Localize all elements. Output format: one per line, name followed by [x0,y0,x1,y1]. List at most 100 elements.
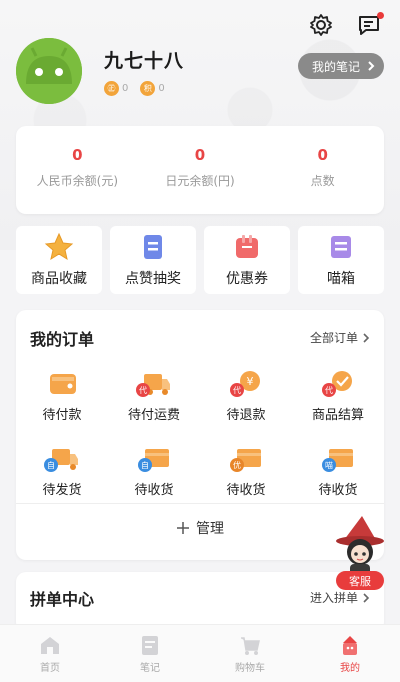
orders-card: 我的订单 全部订单 待付款 代 待付运费 ¥ 代 待退款 代 商品结算 自 待发… [16,310,384,560]
bottom-nav: 首页 笔记 购物车 我的 [0,624,400,682]
balance-cny-label: 人民币余额(元) [36,174,119,188]
enter-group-buy-link[interactable]: 进入拼单 [310,589,370,606]
nav-me[interactable]: 我的 [300,625,400,682]
level-badge: ㊣ 0 [104,81,128,96]
svg-text:代: 代 [139,385,147,395]
order-pending-receipt-self[interactable]: 自 待收货 [108,443,200,498]
svg-text:¥: ¥ [247,375,254,388]
top-icons [308,12,384,38]
quick-favorites[interactable]: 商品收藏 [16,226,102,294]
level-value: 0 [122,83,129,94]
order-pending-receipt-preferred-label: 待收货 [226,483,266,498]
quick-mailbox-label: 喵箱 [327,271,355,287]
balance-points-label: 点数 [310,174,335,188]
package-icon: 优 [230,449,261,472]
gear-icon[interactable] [308,12,334,38]
plus-icon [177,522,189,534]
balance-cny[interactable]: 0 人民币余额(元) [16,126,139,214]
nav-me-label: 我的 [340,662,360,674]
order-settlement-label: 商品结算 [311,408,364,423]
group-buy-card: 拼单中心 进入拼单 [16,572,384,632]
username: 九七十八 [104,50,185,72]
profile: 九七十八 ㊣ 0 积 0 [16,38,184,104]
balance-cny-value: 0 [72,146,83,164]
order-pending-receipt-self-label: 待收货 [134,483,174,498]
svg-text:代: 代 [325,385,333,395]
message-icon[interactable] [356,12,384,38]
svg-text:优: 优 [233,460,241,470]
box-icon [331,236,351,258]
checkmark-icon: 代 [322,371,352,397]
points-value: 0 [158,83,165,94]
quick-coupons-label: 优惠券 [226,271,268,287]
balance-points-value: 0 [317,146,328,164]
coupon-icon [236,235,258,258]
all-orders-label: 全部订单 [309,331,358,345]
quick-coupons[interactable]: 优惠券 [204,226,290,294]
truck-icon: 代 [136,374,170,397]
order-pending-payment-label: 待付款 [42,408,82,423]
order-pending-refund[interactable]: ¥ 代 待退款 [200,368,292,423]
nav-cart[interactable]: 购物车 [200,625,300,682]
my-notes-label: 我的笔记 [311,59,360,74]
nav-home-label: 首页 [40,662,60,674]
order-settlement[interactable]: 代 商品结算 [292,368,384,423]
svg-text:代: 代 [233,385,241,395]
package-icon: 喵 [322,449,353,472]
balance-jpy[interactable]: 0 日元余额(円) [139,126,262,214]
balance-jpy-value: 0 [194,146,206,164]
order-status-grid: 待付款 代 待付运费 ¥ 代 待退款 代 商品结算 自 待发货 自 待收货 优 … [16,368,384,498]
order-pending-receipt-meow[interactable]: 喵 待收货 [292,443,384,498]
chevron-right-icon [368,61,375,71]
order-pending-refund-label: 待退款 [226,408,266,423]
balance-jpy-label: 日元余额(円) [165,174,235,188]
all-orders-link[interactable]: 全部订单 [310,329,370,346]
order-pending-payment[interactable]: 待付款 [16,368,108,423]
wallet-icon [50,374,76,394]
package-icon: 自 [138,449,169,472]
balance-points[interactable]: 0 点数 [261,126,384,214]
points-badge: 积 0 [140,81,165,96]
order-pending-receipt-meow-label: 待收货 [318,483,358,498]
nav-cart-label: 购物车 [235,662,265,674]
balance-card: 0 人民币余额(元) 0 日元余额(円) 0 点数 [16,126,384,214]
avatar[interactable] [16,38,82,104]
group-buy-title: 拼单中心 [30,590,95,609]
order-pending-shipment-label: 待发货 [42,483,82,498]
customer-service-label: 客服 [336,571,384,590]
star-icon [44,232,74,261]
svg-text:自: 自 [141,460,149,470]
refund-icon: ¥ 代 [230,371,260,397]
points-coin-icon: 积 [140,81,156,96]
my-notes-button[interactable]: 我的笔记 [297,53,384,79]
order-pending-freight-label: 待付运费 [127,408,180,423]
truck-icon: 自 [44,449,78,472]
notes-icon [142,635,158,655]
cart-icon [241,636,260,655]
order-pending-shipment[interactable]: 自 待发货 [16,443,108,498]
svg-text:自: 自 [47,460,55,470]
nav-home[interactable]: 首页 [0,625,100,682]
quick-lottery[interactable]: 点赞抽奖 [110,226,196,294]
svg-text:喵: 喵 [325,461,333,470]
nav-notes-label: 笔记 [140,662,160,674]
witch-mascot-icon [336,516,384,576]
lottery-icon [144,235,162,259]
customer-service[interactable]: 客服 [332,514,390,590]
quick-mailbox[interactable]: 喵箱 [298,226,384,294]
quick-lottery-label: 点赞抽奖 [125,271,181,287]
level-coin-icon: ㊣ [104,81,119,96]
chevron-right-icon [363,592,370,603]
order-pending-receipt-preferred[interactable]: 优 待收货 [200,443,292,498]
orders-title: 我的订单 [30,330,95,349]
nav-notes[interactable]: 笔记 [100,625,200,682]
quick-actions: 商品收藏 点赞抽奖 优惠券 喵箱 [16,226,384,294]
manage-button[interactable]: 管理 [16,504,384,552]
order-pending-freight[interactable]: 代 待付运费 [108,368,200,423]
enter-group-buy-label: 进入拼单 [309,591,358,605]
home-icon [41,636,59,654]
profile-icon [343,635,357,655]
manage-label: 管理 [196,521,224,537]
chevron-right-icon [363,332,370,343]
unread-dot [377,12,384,19]
